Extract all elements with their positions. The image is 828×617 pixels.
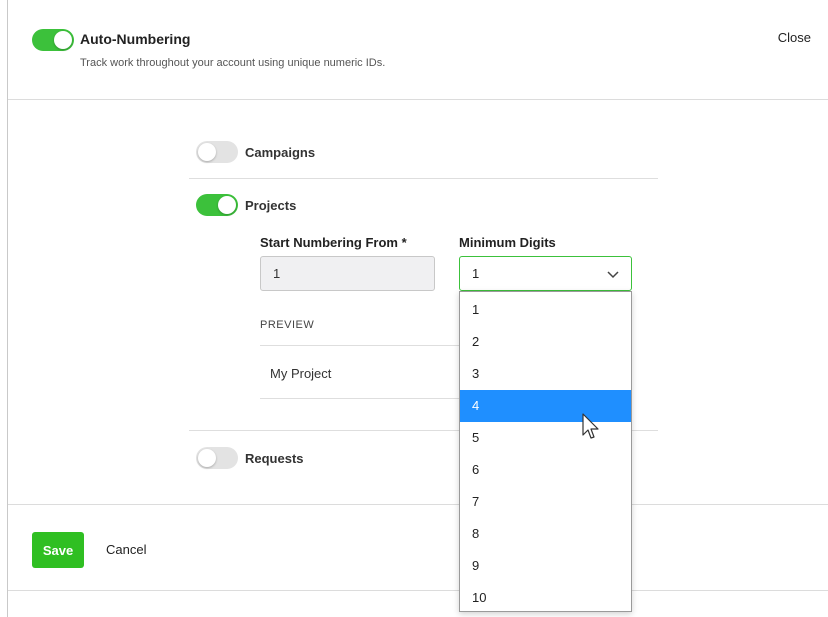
start-numbering-input[interactable]: 1 (260, 256, 435, 291)
dropdown-option[interactable]: 9 (460, 550, 631, 582)
footer-divider (8, 504, 828, 505)
requests-toggle[interactable] (196, 447, 238, 469)
auto-numbering-toggle[interactable] (32, 29, 74, 51)
close-button[interactable]: Close (778, 30, 811, 45)
minimum-digits-select[interactable]: 1 (459, 256, 632, 291)
auto-numbering-header: Auto-Numbering Track work throughout you… (8, 0, 828, 100)
toggle-knob (218, 196, 236, 214)
campaigns-label: Campaigns (245, 145, 316, 160)
projects-toggle[interactable] (196, 194, 238, 216)
start-numbering-label: Start Numbering From * (260, 235, 407, 250)
toggle-knob (54, 31, 72, 49)
chevron-down-icon (607, 271, 619, 279)
dropdown-option[interactable]: 1 (460, 294, 631, 326)
campaigns-toggle[interactable] (196, 141, 238, 163)
toggle-knob (198, 143, 216, 161)
preview-label: PREVIEW (260, 319, 315, 331)
dropdown-option[interactable]: 7 (460, 486, 631, 518)
minimum-digits-value: 1 (472, 266, 480, 281)
requests-label: Requests (245, 451, 304, 466)
minimum-digits-dropdown: 1 2 3 4 5 6 7 8 9 10 (459, 291, 632, 612)
save-button[interactable]: Save (32, 532, 84, 568)
divider (189, 178, 658, 179)
cancel-button[interactable]: Cancel (106, 542, 146, 557)
divider (260, 398, 460, 399)
dropdown-option[interactable]: 10 (460, 582, 631, 614)
dropdown-option[interactable]: 5 (460, 422, 631, 454)
dropdown-option[interactable]: 8 (460, 518, 631, 550)
dropdown-option[interactable]: 3 (460, 358, 631, 390)
mouse-pointer-icon (582, 413, 599, 439)
preview-value: My Project (270, 366, 332, 381)
dropdown-option[interactable]: 2 (460, 326, 631, 358)
dropdown-option-highlighted[interactable]: 4 (460, 390, 631, 422)
divider (260, 345, 460, 346)
auto-numbering-title: Auto-Numbering (80, 31, 191, 47)
minimum-digits-label: Minimum Digits (459, 235, 556, 250)
auto-numbering-description: Track work throughout your account using… (80, 57, 386, 69)
dropdown-option[interactable]: 6 (460, 454, 631, 486)
footer-divider (8, 590, 828, 591)
projects-label: Projects (245, 198, 297, 213)
toggle-knob (198, 449, 216, 467)
